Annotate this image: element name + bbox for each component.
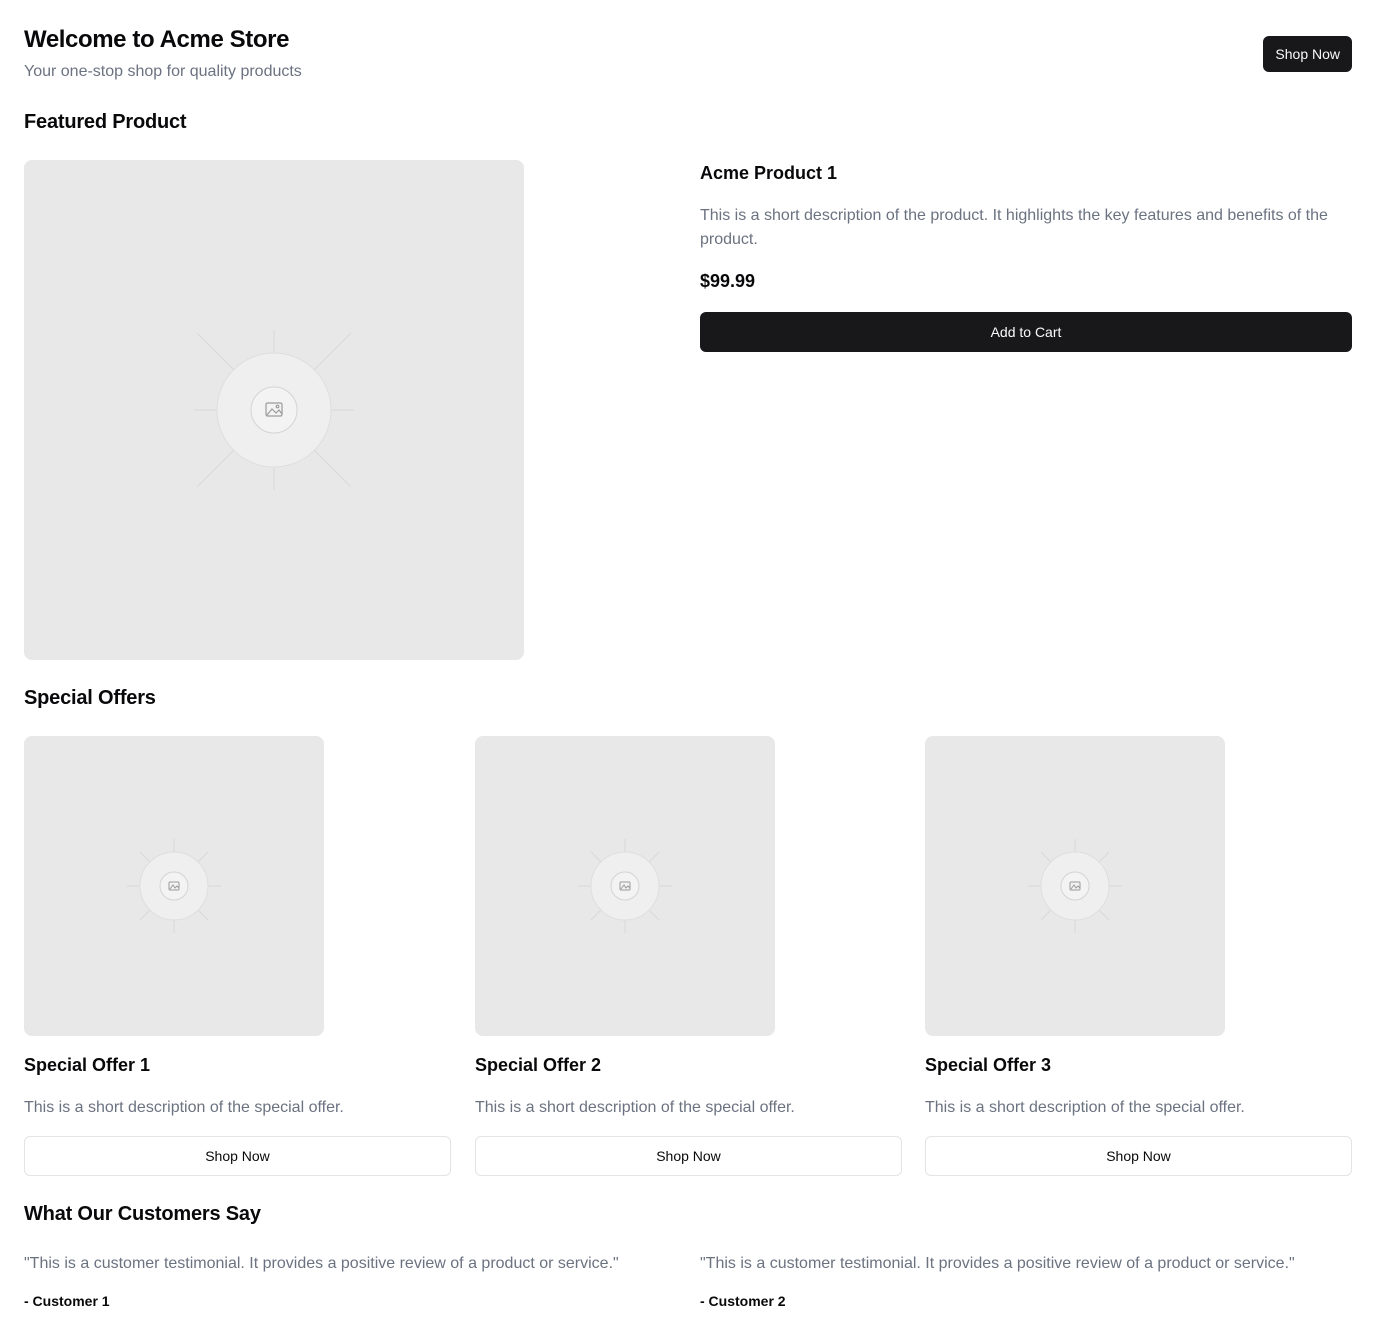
special-offer-card: Special Offer 3 This is a short descript…	[925, 736, 1352, 1176]
header-shop-now-button[interactable]: Shop Now	[1263, 36, 1352, 72]
special-offer-card: Special Offer 2 This is a short descript…	[475, 736, 902, 1176]
special-offer-image	[475, 736, 775, 1036]
special-offer-description: This is a short description of the speci…	[475, 1099, 795, 1116]
special-offer-shop-now-button[interactable]: Shop Now	[475, 1136, 902, 1176]
special-offer-image	[24, 736, 324, 1036]
featured-product-image	[24, 160, 524, 660]
testimonial-author: - Customer 2	[700, 1293, 786, 1309]
featured-product-description: This is a short description of the produ…	[700, 207, 1328, 248]
site-title: Welcome to Acme Store	[24, 26, 290, 53]
image-placeholder-icon	[194, 330, 354, 490]
featured-product-price: $99.99	[700, 271, 756, 291]
featured-product-name: Acme Product 1	[700, 163, 838, 183]
testimonial-quote: "This is a customer testimonial. It prov…	[700, 1255, 1295, 1272]
special-offer-title: Special Offer 2	[475, 1055, 602, 1075]
add-to-cart-button[interactable]: Add to Cart	[700, 312, 1352, 352]
special-offer-shop-now-button[interactable]: Shop Now	[24, 1136, 451, 1176]
special-offer-description: This is a short description of the speci…	[24, 1099, 344, 1116]
image-placeholder-icon	[127, 839, 221, 933]
special-offer-title: Special Offer 1	[24, 1055, 151, 1075]
image-placeholder-icon	[1028, 839, 1122, 933]
image-placeholder-icon	[578, 839, 672, 933]
site-header: Welcome to Acme Store Your one-stop shop…	[24, 24, 1352, 84]
special-offer-shop-now-button[interactable]: Shop Now	[925, 1136, 1352, 1176]
site-subtitle: Your one-stop shop for quality products	[24, 63, 302, 80]
special-offer-title: Special Offer 3	[925, 1055, 1052, 1075]
special-offer-image	[925, 736, 1225, 1036]
testimonial-author: - Customer 1	[24, 1293, 110, 1309]
special-offer-description: This is a short description of the speci…	[925, 1099, 1245, 1116]
testimonial-quote: "This is a customer testimonial. It prov…	[24, 1255, 619, 1272]
testimonials-section-title: What Our Customers Say	[24, 1203, 261, 1225]
special-offers-section-title: Special Offers	[24, 687, 156, 709]
featured-section-title: Featured Product	[24, 111, 187, 133]
special-offer-card: Special Offer 1 This is a short descript…	[24, 736, 451, 1176]
